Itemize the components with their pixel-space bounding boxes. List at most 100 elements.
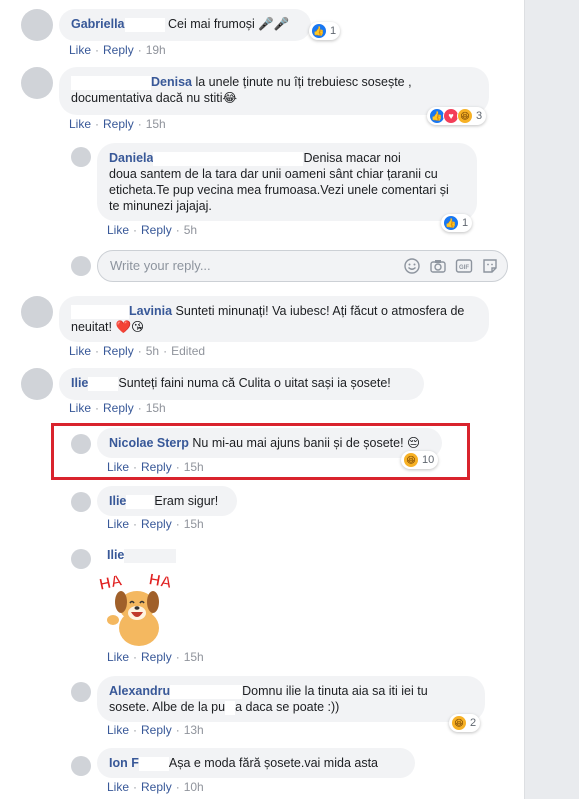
right-sidebar <box>525 0 579 799</box>
reaction-summary[interactable]: 👍 ♥ 😆 3 <box>427 107 487 125</box>
avatar[interactable] <box>21 368 53 400</box>
comment-author[interactable]: Ion F <box>109 756 139 770</box>
reaction-count: 1 <box>330 25 337 37</box>
comment-text: doua santem de la tara dar unii oameni s… <box>109 167 438 181</box>
comment-author[interactable]: Gabriella <box>71 17 125 31</box>
comment-author[interactable]: Daniela <box>109 151 153 165</box>
haha-reaction-icon: 😆 <box>457 108 473 124</box>
like-link[interactable]: Like <box>69 401 91 415</box>
like-reaction-icon: 👍 <box>311 23 327 39</box>
avatar[interactable] <box>71 682 91 702</box>
timestamp[interactable]: 5h <box>184 223 197 237</box>
comment-author[interactable]: Ilie <box>71 376 88 390</box>
reaction-summary[interactable]: 👍 1 <box>441 214 473 232</box>
reaction-count: 1 <box>462 217 469 229</box>
like-link[interactable]: Like <box>69 117 91 131</box>
reply-link[interactable]: Reply <box>103 401 134 415</box>
comment-bubble: Nicolae Sterp Nu mi-au mai ajuns banii ș… <box>97 428 442 458</box>
reply-link[interactable]: Reply <box>141 780 172 794</box>
timestamp[interactable]: 15h <box>184 650 204 664</box>
timestamp[interactable]: 5h <box>146 344 159 358</box>
reply-link[interactable]: Reply <box>141 723 172 737</box>
comment-text: Sunteti minunați! Va iubesc! Ați făcut o… <box>172 304 465 318</box>
comment-author[interactable]: Nicolae Sterp <box>109 436 189 450</box>
camera-icon[interactable] <box>429 257 447 275</box>
like-link[interactable]: Like <box>107 460 129 474</box>
comment-text: te minunezi jajajaj. <box>109 199 212 213</box>
dog-laughing-sticker[interactable]: HA HA <box>97 568 177 650</box>
comment-text: Domnu ilie la tinuta aia sa iti iei tu <box>242 684 428 698</box>
mention[interactable]: Denisa <box>303 151 342 165</box>
comment-bubble: Ilie Eram sigur! <box>97 486 237 516</box>
reply-link[interactable]: Reply <box>141 517 172 531</box>
reply-link[interactable]: Reply <box>141 223 172 237</box>
comment-actions: Like · Reply · 10h <box>107 780 204 794</box>
timestamp[interactable]: 19h <box>146 43 166 57</box>
timestamp[interactable]: 13h <box>184 723 204 737</box>
comment-bubble: Daniela Denisa macar noi doua santem de l… <box>97 143 477 221</box>
timestamp[interactable]: 10h <box>184 780 204 794</box>
edited-label[interactable]: Edited <box>171 344 205 358</box>
avatar[interactable] <box>21 9 53 41</box>
reply-box[interactable]: GIF <box>97 250 508 282</box>
comment-bubble: Denisa la unele ținute nu îți trebuiesc … <box>59 67 489 115</box>
reaction-summary[interactable]: 👍 1 <box>309 22 341 40</box>
comment-bubble: Ilie Sunteți faini numa că Culita o uitat… <box>59 368 424 400</box>
like-link[interactable]: Like <box>107 723 129 737</box>
comment-actions: Like · Reply · 13h <box>107 723 204 737</box>
comment-actions: Like · Reply · 5h · Edited <box>69 344 206 358</box>
reaction-count: 10 <box>422 454 435 466</box>
like-link[interactable]: Like <box>69 344 91 358</box>
comment-actions: Like · Reply · 15h <box>107 650 204 664</box>
sticker-text: HA <box>98 572 125 594</box>
like-link[interactable]: Like <box>107 650 129 664</box>
avatar[interactable] <box>21 67 53 99</box>
comment-actions: Like · Reply · 19h <box>69 43 166 57</box>
timestamp[interactable]: 15h <box>184 460 204 474</box>
reply-link[interactable]: Reply <box>103 43 134 57</box>
comment-actions: Like · Reply · 15h <box>107 460 204 474</box>
timestamp[interactable]: 15h <box>146 117 166 131</box>
reply-link[interactable]: Reply <box>141 650 172 664</box>
comment-author[interactable]: Alexandru <box>109 684 170 698</box>
avatar[interactable] <box>71 492 91 512</box>
haha-reaction-icon: 😆 <box>403 452 419 468</box>
comment-text: documentativa dacă nu stiti😂 <box>71 91 238 105</box>
comment-author[interactable]: Denisa <box>151 75 192 89</box>
gif-icon[interactable]: GIF <box>455 257 473 275</box>
reply-input[interactable] <box>108 257 382 274</box>
emoji-icon[interactable] <box>403 257 421 275</box>
like-reaction-icon: 👍 <box>443 215 459 231</box>
avatar[interactable] <box>21 296 53 328</box>
comment-text: neuitat! ❤️😘 <box>71 320 145 334</box>
reply-link[interactable]: Reply <box>103 344 134 358</box>
reply-link[interactable]: Reply <box>141 460 172 474</box>
like-link[interactable]: Like <box>69 43 91 57</box>
comment-bubble: Ion F Așa e moda fără șosete.vai mida ast… <box>97 748 415 778</box>
timestamp[interactable]: 15h <box>146 401 166 415</box>
comment-author[interactable]: Lavinia <box>129 304 172 318</box>
comment-bubble: Lavinia Sunteti minunați! Va iubesc! Ați… <box>59 296 489 342</box>
comment-text: Nu mi-au mai ajuns banii și de șosete! 😔 <box>188 436 421 450</box>
reaction-summary[interactable]: 😆 2 <box>449 714 481 732</box>
comment-text: la unele ținute nu îți trebuiesc sosește… <box>192 75 412 89</box>
like-link[interactable]: Like <box>107 223 129 237</box>
avatar[interactable] <box>71 434 91 454</box>
comment-text: Cei mai frumoși 🎤🎤 <box>167 17 290 31</box>
avatar[interactable] <box>71 756 91 776</box>
reply-link[interactable]: Reply <box>103 117 134 131</box>
avatar[interactable] <box>71 147 91 167</box>
avatar[interactable] <box>71 549 91 569</box>
comment-text: Sunteți faini numa că Culita o uitat saș… <box>118 376 391 390</box>
reaction-summary[interactable]: 😆 10 <box>401 451 439 469</box>
comment-text: macar noi <box>342 151 401 165</box>
timestamp[interactable]: 15h <box>184 517 204 531</box>
comment-author-row: Ilie <box>107 548 177 563</box>
svg-text:GIF: GIF <box>459 265 469 271</box>
like-link[interactable]: Like <box>107 780 129 794</box>
comment-author[interactable]: Ilie <box>109 494 126 508</box>
comment-text: Eram sigur! <box>154 494 219 508</box>
sticker-icon[interactable] <box>481 257 499 275</box>
like-link[interactable]: Like <box>107 517 129 531</box>
comment-author[interactable]: Ilie <box>107 548 124 562</box>
